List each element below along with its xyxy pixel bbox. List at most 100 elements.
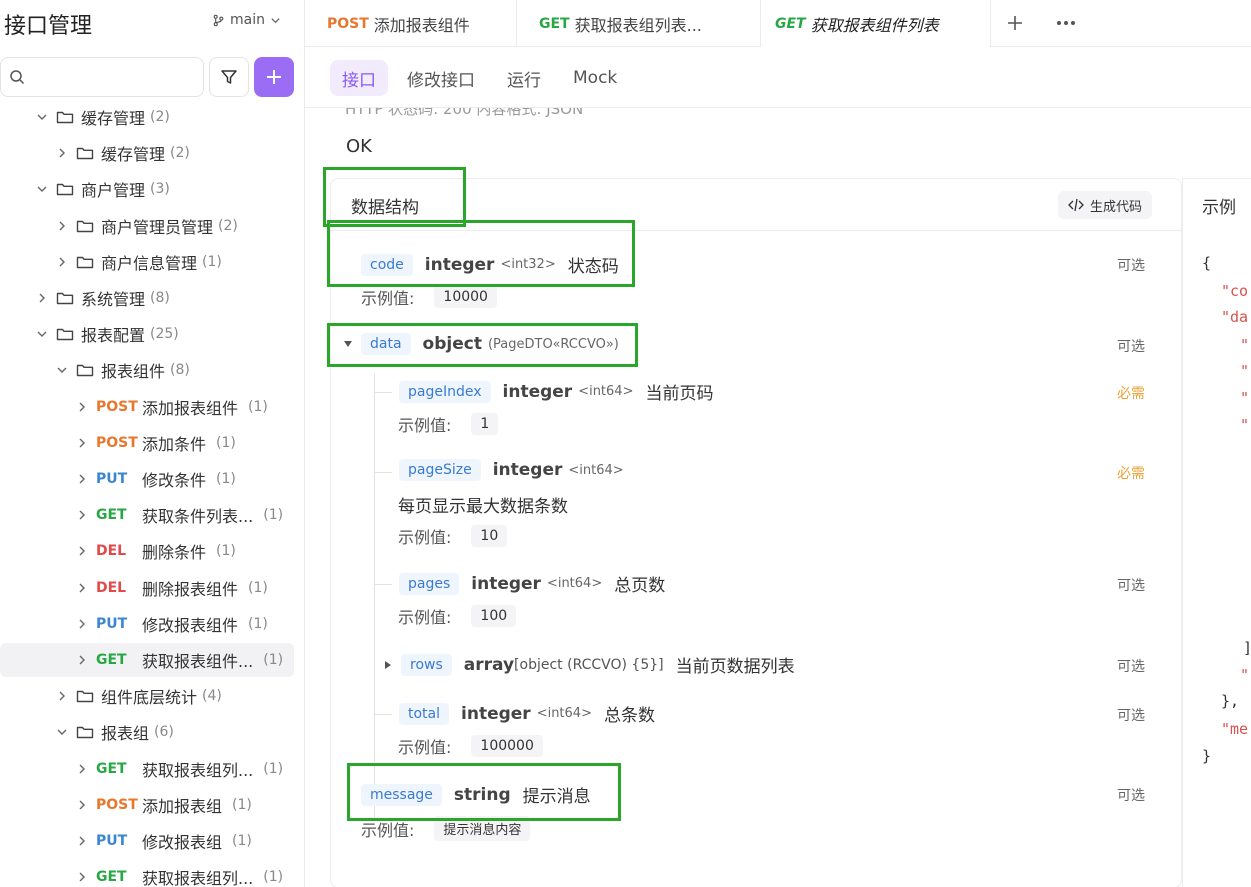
- tree-api-item[interactable]: GET 获取条件列表... (1): [0, 498, 294, 532]
- tree-connector: [374, 374, 375, 819]
- folder-icon: [76, 147, 94, 160]
- tree-api-item[interactable]: GET 获取报表组件... (1): [0, 643, 294, 677]
- chevron-right-icon[interactable]: [76, 509, 88, 521]
- caret-right-icon[interactable]: [383, 660, 393, 670]
- example-value: 1: [471, 413, 499, 435]
- chevron-right-icon[interactable]: [76, 437, 88, 449]
- add-button[interactable]: [254, 57, 294, 97]
- chevron-right-icon[interactable]: [76, 618, 88, 630]
- tree-folder[interactable]: 报表组件 (8): [0, 353, 294, 387]
- field-data[interactable]: data object (PageDTO«RCCVO»): [343, 333, 619, 355]
- tree-folder[interactable]: 报表组 (6): [0, 715, 294, 749]
- tree-folder[interactable]: 报表配置 (25): [0, 317, 294, 351]
- tree-item-label: 报表组件: [101, 362, 166, 382]
- tab-get-report-group-list[interactable]: GET 获取报表组列表...: [517, 0, 761, 47]
- tree-item-label: 添加报表组件: [142, 398, 239, 418]
- tree-api-item[interactable]: POST 添加条件 (1): [0, 426, 294, 460]
- tree-item-count: (8): [170, 362, 190, 379]
- chevron-down-icon[interactable]: [56, 726, 68, 738]
- field-optional-badge: 可选: [1117, 258, 1145, 274]
- chevron-right-icon[interactable]: [76, 871, 88, 883]
- chevron-right-icon[interactable]: [76, 473, 88, 485]
- example-value: 100000: [471, 735, 543, 757]
- tree-item-count: (3): [150, 181, 170, 198]
- tab-method: POST: [327, 15, 369, 32]
- tree-api-item[interactable]: GET 获取报表组列... (1): [0, 860, 294, 887]
- example-row: 示例值: 100000: [398, 734, 543, 758]
- tree-item-count: (1): [232, 796, 252, 813]
- chevron-right-icon[interactable]: [76, 763, 88, 775]
- schema-header: 数据结构 生成代码: [331, 179, 1183, 231]
- subtab-interface[interactable]: 接口: [330, 60, 388, 96]
- tree-item-count: (1): [248, 615, 268, 632]
- tree-folder[interactable]: 商户管理员管理 (2): [0, 209, 294, 243]
- tree-item-count: (8): [150, 290, 170, 306]
- tab-get-report-component-list[interactable]: GET 获取报表组件列表: [761, 0, 991, 47]
- tree-item-count: (1): [216, 434, 236, 451]
- chevron-down-icon[interactable]: [36, 328, 48, 340]
- chevron-right-icon[interactable]: [56, 690, 68, 702]
- chevron-right-icon[interactable]: [76, 545, 88, 557]
- tree-api-item[interactable]: GET 获取报表组列... (1): [0, 752, 294, 786]
- tree-api-item[interactable]: PUT 修改报表组 (1): [0, 824, 294, 858]
- tree-api-item[interactable]: DEL 删除条件 (1): [0, 534, 294, 568]
- tree-item-count: (1): [202, 253, 222, 270]
- field-code[interactable]: code integer <int32> 状态码: [361, 252, 619, 277]
- generate-code-button[interactable]: 生成代码: [1058, 191, 1153, 219]
- field-description: 每页显示最大数据条数: [398, 497, 568, 517]
- branch-selector[interactable]: main: [212, 12, 281, 28]
- tree-folder[interactable]: 缓存管理 (2): [0, 100, 294, 134]
- field-rows[interactable]: rows array [object (RCCVO) {5}] 当前页数据列表: [383, 652, 795, 677]
- field-optional-badge: 可选: [1117, 659, 1145, 675]
- field-pageindex[interactable]: pageIndex integer <int64> 当前页码: [399, 379, 713, 404]
- chevron-right-icon[interactable]: [76, 654, 88, 666]
- subtab-run[interactable]: 运行: [495, 60, 553, 96]
- tab-add-report-component[interactable]: POST 添加报表组件: [305, 0, 517, 47]
- field-description: 状态码: [567, 257, 619, 277]
- tree-item-label: 添加条件: [142, 434, 207, 454]
- tree-api-item[interactable]: PUT 修改报表组件 (1): [0, 607, 294, 641]
- filter-button[interactable]: [209, 57, 249, 97]
- tree-folder[interactable]: 组件底层统计 (4): [0, 679, 294, 713]
- tree-api-item[interactable]: POST 添加报表组件 (1): [0, 390, 294, 424]
- field-pages[interactable]: pages integer <int64> 总页数: [399, 571, 665, 596]
- folder-icon: [76, 256, 94, 268]
- tree-folder[interactable]: 系统管理 (8): [0, 281, 294, 315]
- more-tabs-button[interactable]: [1053, 10, 1079, 36]
- example-row: 示例值: 100: [398, 604, 517, 628]
- subtab-edit-interface[interactable]: 修改接口: [395, 60, 487, 96]
- chevron-right-icon[interactable]: [56, 256, 68, 268]
- subtab-mock[interactable]: Mock: [561, 60, 629, 96]
- field-type: integer: [461, 703, 531, 724]
- chevron-right-icon[interactable]: [76, 582, 88, 594]
- example-value: 10000: [434, 286, 497, 308]
- sidebar-title: 接口管理: [4, 14, 93, 39]
- tree-folder[interactable]: 商户管理 (3): [0, 172, 294, 206]
- field-message[interactable]: message string 提示消息: [361, 782, 591, 807]
- tree-item-count: (2): [170, 145, 190, 162]
- new-tab-button[interactable]: [1002, 10, 1028, 36]
- field-pagesize[interactable]: pageSize integer <int64>: [399, 459, 624, 481]
- chevron-right-icon[interactable]: [76, 799, 88, 811]
- tree-folder[interactable]: 商户信息管理 (1): [0, 245, 294, 279]
- tree-api-item[interactable]: PUT 修改条件 (1): [0, 462, 294, 496]
- field-total[interactable]: total integer <int64> 总条数: [399, 701, 655, 726]
- generate-code-label: 生成代码: [1090, 199, 1143, 215]
- chevron-right-icon[interactable]: [36, 292, 48, 304]
- chevron-down-icon[interactable]: [56, 364, 68, 376]
- tree-folder[interactable]: 缓存管理 (2): [0, 136, 294, 170]
- chevron-right-icon[interactable]: [76, 835, 88, 847]
- chevron-down-icon[interactable]: [36, 111, 48, 123]
- tree-api-item[interactable]: DEL 删除报表组件 (1): [0, 571, 294, 605]
- json-line: ]: [1243, 639, 1251, 657]
- search-input[interactable]: [31, 58, 201, 94]
- chevron-right-icon[interactable]: [56, 220, 68, 232]
- tree-api-item[interactable]: POST 添加报表组 (1): [0, 788, 294, 822]
- field-format: <int64>: [536, 706, 592, 721]
- chevron-right-icon[interactable]: [76, 401, 88, 413]
- chevron-down-icon[interactable]: [36, 183, 48, 195]
- chevron-right-icon[interactable]: [56, 147, 68, 159]
- tree-item-label: 缓存管理: [81, 109, 146, 128]
- tree-item-count: (1): [248, 398, 268, 415]
- caret-down-icon[interactable]: [343, 339, 353, 349]
